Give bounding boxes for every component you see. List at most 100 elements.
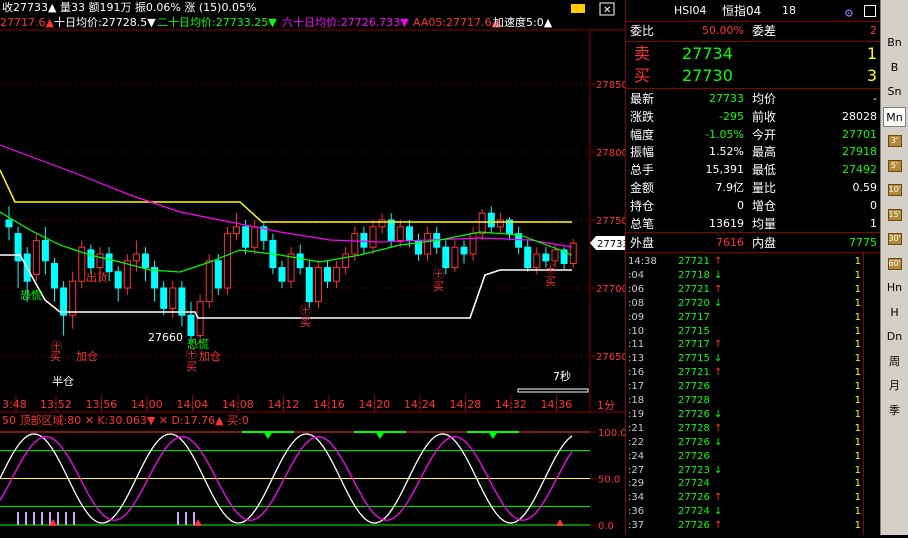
tick-row: 14:38 27721 ↑ 1 [626,256,881,267]
quote-list-icon[interactable] [864,5,876,17]
stat-label-2: 最低 [752,163,777,178]
tick-time: :37 [628,520,645,532]
candle-body [478,212,486,235]
ma-legend: 27717.6▲ 十日均价:27728.5▼ 二十日均价:27733.25▼ 六… [0,15,553,29]
quote-stat-row: 最新 27733 均价 - [626,90,881,108]
toolbar-button[interactable]: 15' [883,205,906,225]
tick-price: 27726 [678,436,710,448]
candle-body [405,226,413,241]
time-label: 14:04 [177,398,209,411]
toolbar-button[interactable]: Bn [883,33,906,53]
candle-body [469,233,477,255]
ma60-label: 六十日均价:27726.733▼ [282,15,409,29]
tick-time: :36 [628,506,645,518]
ma60-line [0,144,573,248]
header-summary: 收27733▲ 量33 额191万 振0.06% 涨 (15)0.05% [2,0,256,14]
stat-label-2: 量比 [752,181,777,195]
tick-scrollbar[interactable] [863,252,878,535]
period-label[interactable]: 1分 [597,399,615,412]
candle-body [533,253,541,269]
annot-buy-2: 买 [186,360,197,373]
candle-body [324,267,331,282]
candle-body [205,260,213,303]
tick-direction-icon: ↓ [714,269,723,281]
outer-inner-row: 外盘 7616 内盘 7775 [630,236,877,250]
tick-row: :27 27723 ↓ 1 [626,465,881,476]
tick-direction-icon: ↓ [714,353,723,365]
tick-direction-icon: ↑ [714,422,723,434]
annot-buy-4: 买 [433,280,444,293]
stat-value: 0 [737,198,744,212]
candle-body [96,253,104,269]
toolbar-button[interactable]: 30' [883,229,906,249]
toolbar-button[interactable]: B [883,58,906,78]
candle-body [223,233,231,289]
annot-circle-2: ㊉ [186,348,197,361]
indicator-level-label: 100.0 [598,428,625,439]
tick-volume: 1 [854,436,861,448]
ma-lines [0,144,573,319]
tick-price: 27715 [678,353,710,365]
stat-value: 27733 [709,92,744,105]
ma20-label: 二十日均价:27733.25▼ [157,15,277,29]
annot-bancang: 半仓 [52,374,74,388]
quote-stat-row: 金额 7.9亿 量比 0.59 [626,179,881,197]
indicator-header: 50 顶部区域:80 ✕ K:30.063▼ ✕ D:17.76▲ 买:0 [2,413,249,427]
candle-body [360,233,368,248]
seconds-box [517,388,589,393]
toolbar-button[interactable]: Dn [883,327,906,347]
toolbar-button[interactable]: 周 [883,352,906,372]
tick-time: :34 [628,492,645,504]
stat-value-2: 27701 [842,127,877,141]
candlestick-chart[interactable]: 收27733▲ 量33 额191万 振0.06% 涨 (15)0.05% 277… [0,0,629,535]
tick-direction-icon: ↓ [714,506,723,518]
tick-volume: 1 [854,353,861,365]
price-label: 27850 [596,80,625,91]
toolbar-button[interactable]: 10' [883,180,906,200]
price-label: 27700 [596,284,625,295]
toolbar-button[interactable]: 60' [883,254,906,274]
time-label: 14:36 [541,398,573,411]
toolbar-button[interactable]: Mn [883,106,906,127]
sell-arrow [489,433,497,439]
candle-body [233,226,240,235]
tick-row: :08 27720 ↓ 1 [626,298,881,309]
candle-body [132,253,140,262]
chart-area[interactable]: 收27733▲ 量33 额191万 振0.06% 涨 (15)0.05% 277… [0,0,629,535]
tick-time: :19 [628,408,645,420]
tick-time: :21 [628,422,645,434]
tick-volume: 1 [854,478,861,490]
toolbar-button[interactable]: H [883,303,906,323]
toolbar-button[interactable]: 3' [883,131,906,151]
chart-menu-icon[interactable] [571,4,585,13]
tick-row: :16 27721 ↑ 1 [626,367,881,378]
toolbar-button[interactable]: 季 [883,401,906,421]
tick-volume: 1 [854,395,861,406]
annot-buy-5: 买 [545,275,556,288]
tick-price: 27720 [678,297,710,309]
ma20-line [0,211,573,273]
tick-volume: 1 [854,325,861,337]
tick-volume: 1 [854,339,861,351]
stat-value-2: - [873,92,877,105]
stat-label: 总笔 [630,216,655,231]
toolbar-button[interactable]: 月 [883,376,906,396]
quote-stat-row: 总笔 13619 均量 1 [626,215,881,233]
tick-time: :16 [628,367,645,379]
toolbar-button[interactable]: Sn [883,82,906,102]
candle-body [41,239,49,262]
candle-body [5,219,13,228]
candle-body [142,253,149,269]
time-axis: 3:48 13:52 13:56 14:00 14:04 14:08 14:12 14:16 1… [2,395,572,412]
toolbar-button[interactable]: 5' [883,156,906,176]
tick-row: :06 27721 ↑ 1 [626,284,881,295]
toolbar-button[interactable]: Hn [883,278,906,298]
tick-time: :06 [628,283,645,295]
tick-volume: 1 [854,492,861,504]
tick-direction-icon: ↑ [714,283,723,295]
candle-body [442,246,450,269]
quote-menu-icon[interactable]: ⚙ [844,5,858,20]
annot-circle-3: ㊉ [300,304,311,317]
candle-body [160,287,168,309]
stat-value-2: 0.59 [852,181,878,194]
